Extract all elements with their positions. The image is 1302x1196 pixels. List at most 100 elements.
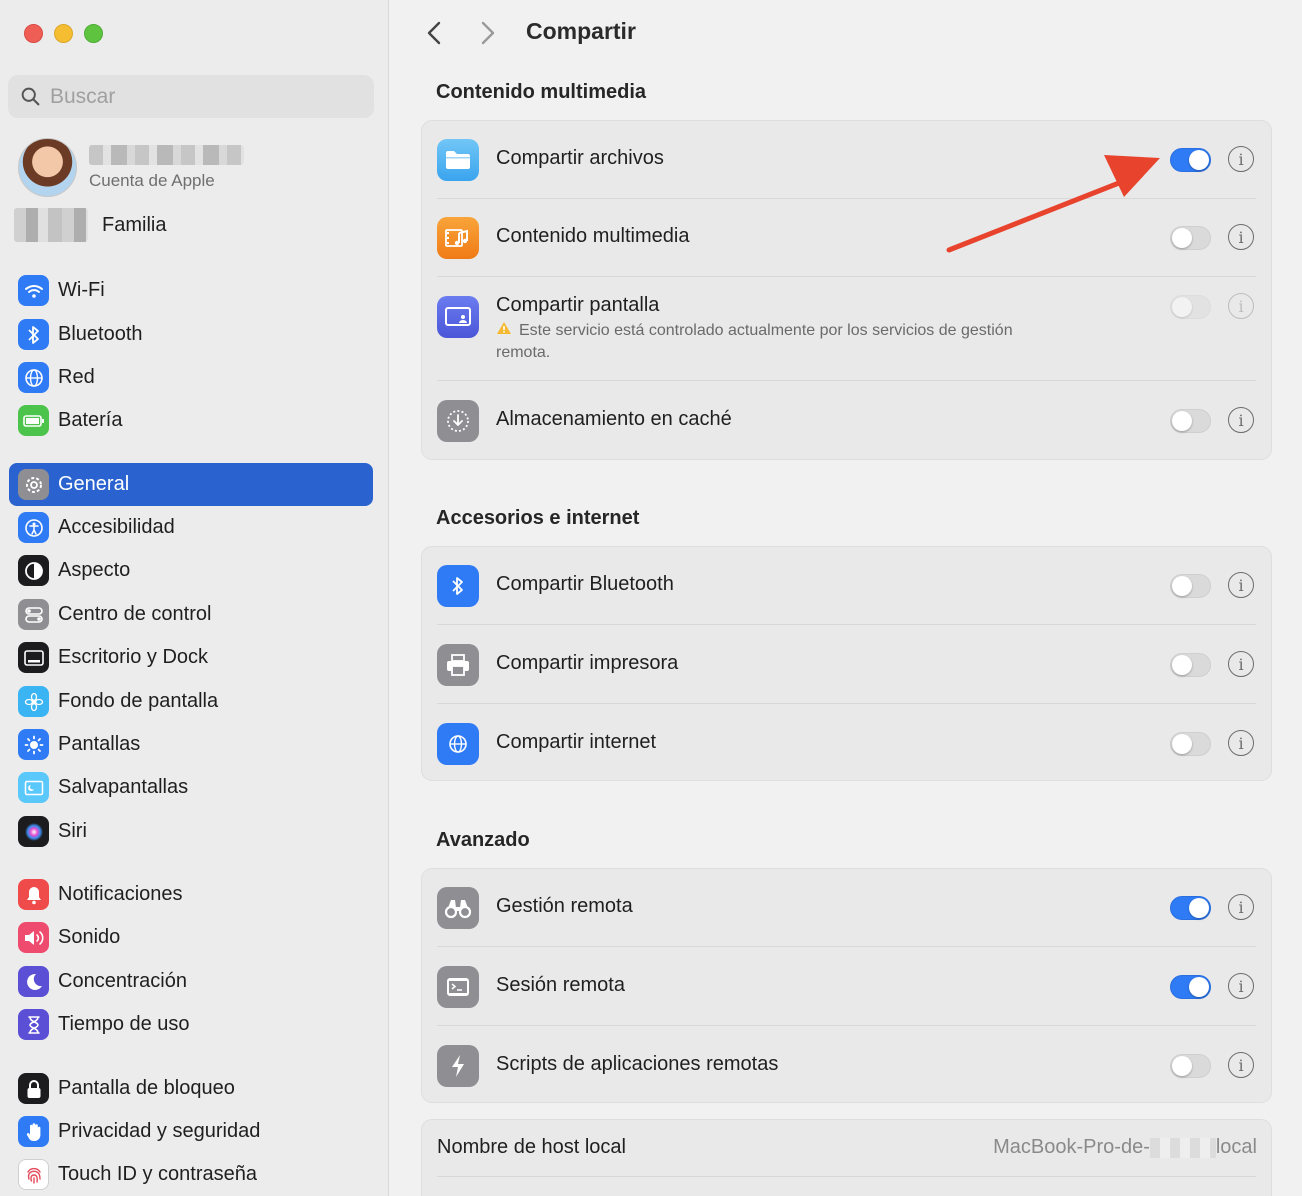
avatar — [18, 138, 77, 197]
info-icon[interactable]: i — [1228, 1052, 1254, 1078]
divider — [437, 703, 1256, 704]
toggle-switch[interactable] — [1170, 148, 1211, 172]
divider — [437, 380, 1256, 381]
fingerprint-icon — [18, 1159, 49, 1190]
zoom-window-button[interactable] — [84, 24, 103, 43]
divider — [437, 946, 1256, 947]
accessibility-icon — [18, 512, 49, 543]
sidebar-item-label: Fondo de pantalla — [58, 690, 219, 712]
sidebar-item-label: Centro de control — [58, 603, 212, 625]
appearance-icon — [18, 555, 49, 586]
toggle-switch — [1170, 295, 1211, 319]
info-icon[interactable]: i — [1228, 146, 1254, 172]
terminal-icon — [437, 966, 479, 1008]
window-controls — [24, 24, 103, 43]
sidebar-item-label: General — [58, 473, 130, 495]
toggle-switch[interactable] — [1170, 409, 1211, 433]
main-pane: Compartir Contenido multimedia Compartir… — [390, 0, 1302, 1196]
toggle-switch[interactable] — [1170, 975, 1211, 999]
wifi-icon — [18, 275, 49, 306]
row-label: Compartir Bluetooth — [496, 573, 674, 595]
speaker-icon — [18, 922, 49, 953]
advanced-card: Gestión remota i Sesión remota i Scripts de … — [421, 868, 1272, 1103]
host-value-suffix: local — [1215, 1136, 1257, 1158]
row-label: Scripts de aplicaciones remotas — [496, 1053, 779, 1075]
info-icon[interactable]: i — [1228, 407, 1254, 433]
toggle-switch[interactable] — [1170, 226, 1211, 250]
toggle-switch[interactable] — [1170, 574, 1211, 598]
toggle-switch[interactable] — [1170, 653, 1211, 677]
bluetooth-icon — [18, 319, 49, 350]
globe-icon — [18, 362, 49, 393]
search-field[interactable] — [8, 75, 374, 118]
chevron-left-icon — [427, 21, 441, 45]
row-label: Contenido multimedia — [496, 225, 690, 247]
binoculars-icon — [437, 887, 479, 929]
bluetooth-icon — [437, 565, 479, 607]
sidebar-item-label: Bluetooth — [58, 323, 143, 345]
toggle-switch[interactable] — [1170, 896, 1211, 920]
sidebar-item-notificaciones[interactable]: Notificaciones — [9, 873, 373, 916]
hourglass-icon — [18, 1009, 49, 1040]
sidebar-item-general[interactable]: General — [9, 463, 373, 506]
toggle-switch[interactable] — [1170, 732, 1211, 756]
host-value-prefix: MacBook-Pro-de- — [993, 1136, 1150, 1158]
divider — [437, 1025, 1256, 1026]
sidebar-item-label: Touch ID y contraseña — [58, 1163, 257, 1185]
sidebar-item-siri[interactable]: Siri — [9, 810, 373, 853]
section-title-media: Contenido multimedia — [436, 81, 646, 103]
folder-icon — [437, 139, 479, 181]
minimize-window-button[interactable] — [54, 24, 73, 43]
sidebar-item-wi-fi[interactable]: Wi-Fi — [9, 269, 373, 312]
cache-icon — [437, 400, 479, 442]
sidebar-item-bluetooth[interactable]: Bluetooth — [9, 313, 373, 356]
sidebar-item-pantalla-de-bloqueo[interactable]: Pantalla de bloqueo — [9, 1067, 373, 1110]
apple-account[interactable]: Cuenta de Apple — [18, 138, 244, 197]
sidebar-item-fondo-de-pantalla[interactable]: Fondo de pantalla — [9, 680, 373, 723]
search-input[interactable] — [50, 84, 350, 109]
sidebar-item-tiempo-de-uso[interactable]: Tiempo de uso — [9, 1003, 373, 1046]
sidebar-item-concentraci-n[interactable]: Concentración — [9, 960, 373, 1003]
host-card: Nombre de host local MacBook-Pro-de- loc… — [421, 1119, 1272, 1196]
row-label: Compartir pantalla — [496, 294, 660, 316]
control-center-icon — [18, 599, 49, 630]
family-item[interactable]: Familia — [14, 208, 166, 242]
host-name-value[interactable]: MacBook-Pro-de- local — [993, 1136, 1257, 1159]
sidebar-item-label: Pantalla de bloqueo — [58, 1077, 235, 1099]
info-icon[interactable]: i — [1228, 973, 1254, 999]
info-icon[interactable]: i — [1228, 224, 1254, 250]
info-icon[interactable]: i — [1228, 572, 1254, 598]
sidebar-item-red[interactable]: Red — [9, 356, 373, 399]
sidebar-item-centro-de-control[interactable]: Centro de control — [9, 593, 373, 636]
row-label: Compartir internet — [496, 731, 657, 753]
info-icon[interactable]: i — [1228, 651, 1254, 677]
forward-button[interactable] — [474, 19, 502, 47]
warning-icon — [496, 320, 514, 342]
sidebar-item-privacidad-y-seguridad[interactable]: Privacidad y seguridad — [9, 1110, 373, 1153]
sidebar-item-accesibilidad[interactable]: Accesibilidad — [9, 506, 373, 549]
sidebar-item-sonido[interactable]: Sonido — [9, 916, 373, 959]
info-icon[interactable]: i — [1228, 894, 1254, 920]
bell-icon — [18, 879, 49, 910]
host-name-label: Nombre de host local — [437, 1136, 626, 1158]
sidebar-item-pantallas[interactable]: Pantallas — [9, 723, 373, 766]
back-button[interactable] — [420, 19, 448, 47]
sidebar-item-salvapantallas[interactable]: Salvapantallas — [9, 766, 373, 809]
sidebar-item-aspecto[interactable]: Aspecto — [9, 549, 373, 592]
close-window-button[interactable] — [24, 24, 43, 43]
media-card: Compartir archivos i Contenido multimedia i… — [421, 120, 1272, 460]
toggle-switch[interactable] — [1170, 1054, 1211, 1078]
sidebar-item-touch-id-y-contrase-a[interactable]: Touch ID y contraseña — [9, 1153, 373, 1196]
hand-icon — [18, 1116, 49, 1147]
info-icon[interactable]: i — [1228, 730, 1254, 756]
sidebar-item-escritorio-y-dock[interactable]: Escritorio y Dock — [9, 636, 373, 679]
row-warning-note: Este servicio está controlado actualment… — [496, 320, 1036, 364]
section-title-accessories: Accesorios e internet — [436, 507, 640, 529]
sidebar-item-bater-a[interactable]: Batería — [9, 399, 373, 442]
sidebar-item-label: Sonido — [58, 926, 121, 948]
accessories-card: Compartir Bluetooth i Compartir impresora i… — [421, 546, 1272, 781]
moon-icon — [18, 966, 49, 997]
family-avatars-redacted — [14, 208, 88, 242]
row-label: Compartir impresora — [496, 652, 679, 674]
sidebar-item-label: Pantallas — [58, 733, 141, 755]
